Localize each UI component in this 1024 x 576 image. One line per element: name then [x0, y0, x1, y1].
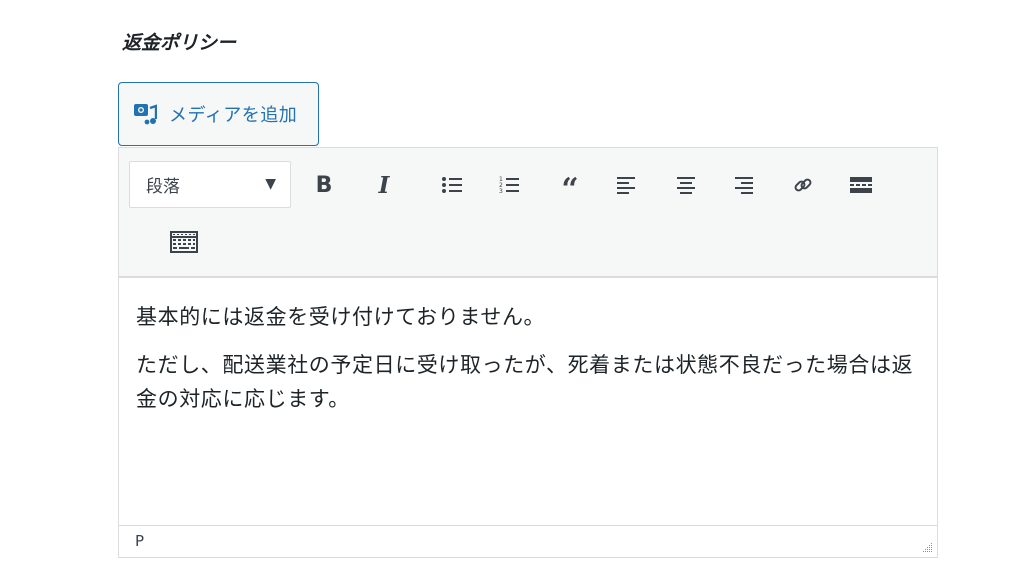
insert-link-button[interactable] — [783, 165, 823, 205]
format-select-value: 段落 — [146, 177, 180, 197]
read-more-icon — [850, 177, 872, 193]
add-media-button[interactable]: メディアを追加 — [118, 82, 319, 146]
read-more-button[interactable] — [841, 165, 881, 205]
align-center-button[interactable] — [666, 165, 706, 205]
editor-statusbar: P — [119, 525, 937, 557]
resize-handle-icon[interactable] — [921, 541, 933, 553]
numbered-list-button[interactable]: 1 2 3 — [490, 165, 530, 205]
rich-text-editor: 段落 ▼ B I 1 2 3 “ 基本的には返金を受け付けておりません。 ただし… — [118, 147, 938, 558]
blockquote-icon: “ — [561, 172, 579, 207]
editor-content[interactable]: 基本的には返金を受け付けておりません。 ただし、配送業社の予定日に受け取ったが、… — [119, 280, 937, 524]
svg-text:3: 3 — [499, 188, 503, 195]
numbered-list-icon: 1 2 3 — [499, 176, 519, 195]
bold-icon: B — [315, 172, 333, 198]
align-center-icon — [677, 177, 695, 194]
content-paragraph: ただし、配送業社の予定日に受け取ったが、死着または状態不良だった場合は返金の対応… — [136, 353, 914, 411]
blockquote-button[interactable]: “ — [550, 165, 590, 205]
bold-button[interactable]: B — [304, 165, 344, 205]
align-left-icon — [617, 177, 635, 194]
bulleted-list-icon — [442, 177, 462, 193]
format-select[interactable]: 段落 ▼ — [129, 161, 291, 208]
italic-icon: I — [378, 171, 390, 199]
bulleted-list-button[interactable] — [432, 165, 472, 205]
dropdown-arrow-icon: ▼ — [265, 176, 276, 192]
editor-toolbar: 段落 ▼ B I 1 2 3 “ — [119, 148, 937, 278]
add-media-icon — [133, 101, 159, 127]
italic-button[interactable]: I — [364, 165, 404, 205]
field-label: 返金ポリシー — [122, 32, 237, 54]
link-icon — [794, 178, 812, 192]
toolbar-toggle-button[interactable] — [164, 222, 204, 262]
element-path[interactable]: P — [135, 532, 144, 550]
align-left-button[interactable] — [606, 165, 646, 205]
align-right-icon — [735, 177, 753, 194]
add-media-label: メディアを追加 — [169, 105, 298, 126]
keyboard-icon — [170, 231, 198, 253]
align-right-button[interactable] — [724, 165, 764, 205]
content-paragraph: 基本的には返金を受け付けておりません。 — [136, 305, 546, 329]
